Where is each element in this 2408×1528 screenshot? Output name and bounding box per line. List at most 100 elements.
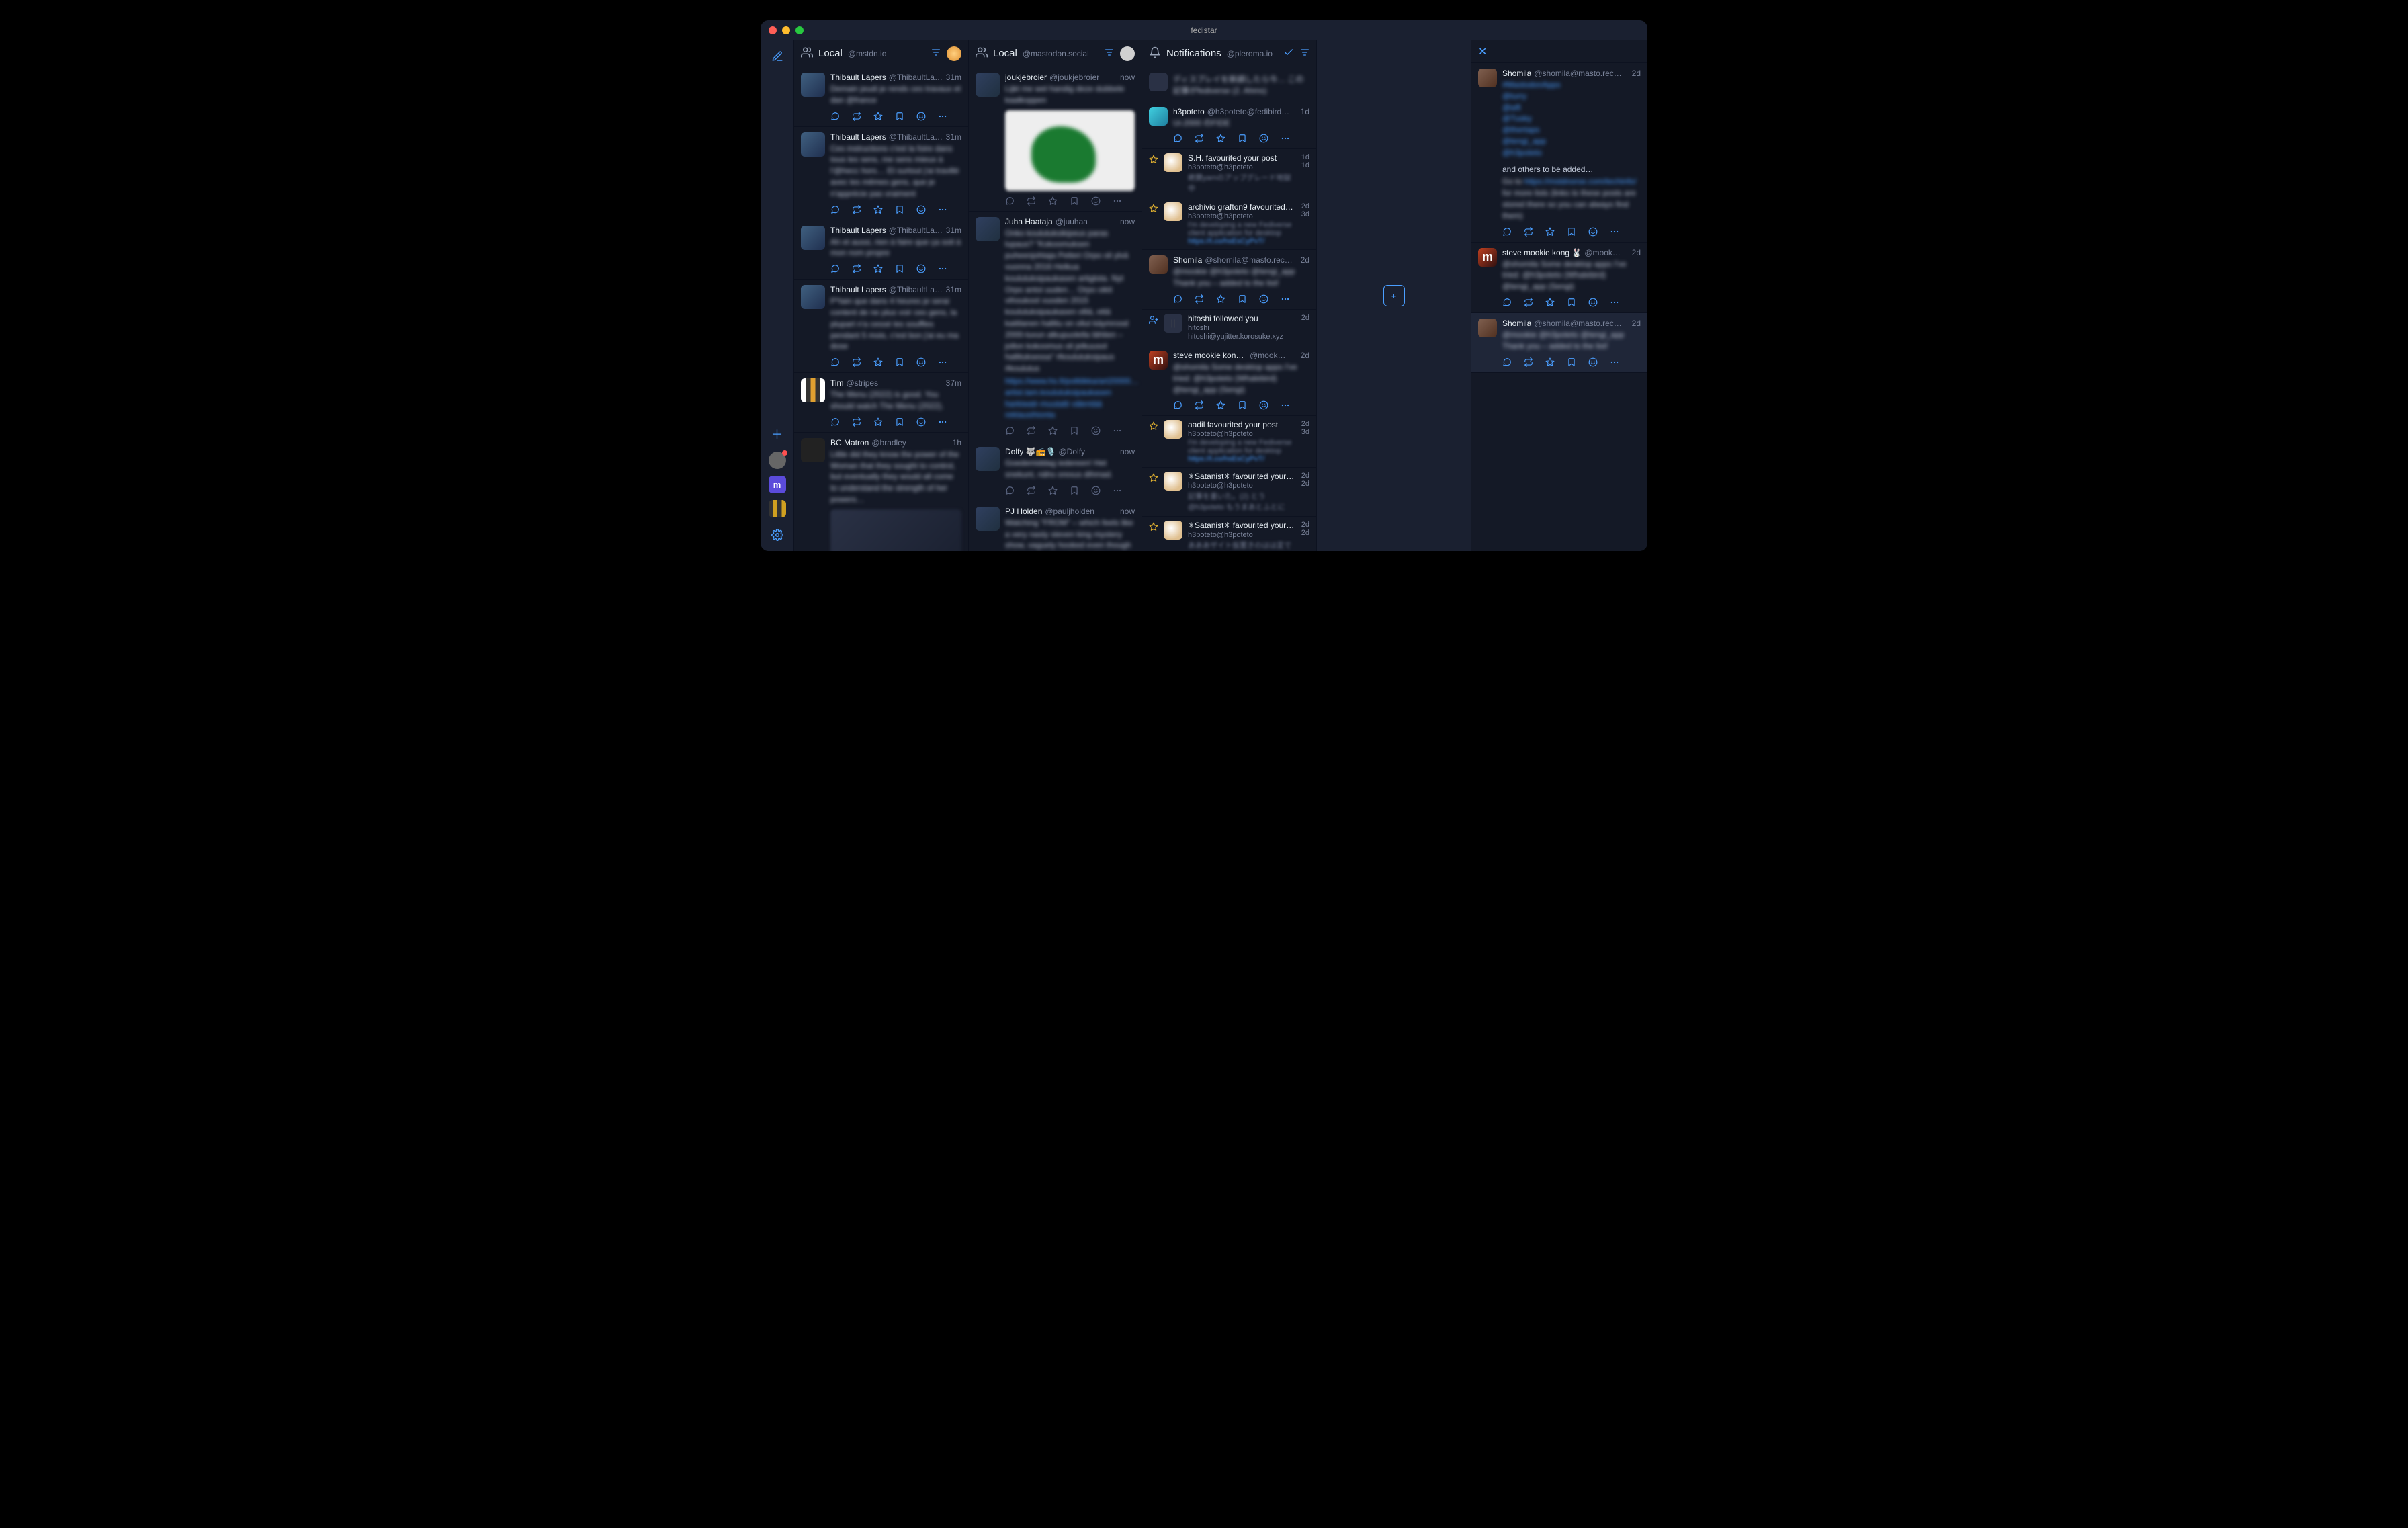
favourite-icon[interactable] xyxy=(1545,357,1555,367)
reply-icon[interactable] xyxy=(830,205,840,214)
add-account-button[interactable]: ＋ xyxy=(767,423,788,445)
post[interactable]: Thibault Lapers @ThibaultLap… 31m Ces in… xyxy=(794,127,968,220)
emoji-icon[interactable] xyxy=(1091,486,1101,495)
reply-icon[interactable] xyxy=(830,417,840,427)
media-attachment[interactable] xyxy=(830,509,961,551)
avatar[interactable] xyxy=(976,447,1000,471)
reply-icon[interactable] xyxy=(830,357,840,367)
avatar[interactable] xyxy=(801,226,825,250)
more-icon[interactable] xyxy=(1281,294,1290,304)
avatar[interactable]: m xyxy=(1149,351,1168,370)
media-attachment[interactable] xyxy=(1005,110,1135,191)
emoji-icon[interactable] xyxy=(1259,294,1268,304)
favourite-icon[interactable] xyxy=(1545,298,1555,307)
more-icon[interactable] xyxy=(1113,426,1122,435)
more-icon[interactable] xyxy=(1610,227,1619,237)
bookmark-icon[interactable] xyxy=(1567,357,1576,367)
bookmark-icon[interactable] xyxy=(1238,134,1247,143)
notification-favourite[interactable]: S.H. favourited your post h3poteto@h3pot… xyxy=(1142,149,1316,198)
avatar[interactable] xyxy=(1478,69,1497,87)
emoji-icon[interactable] xyxy=(1588,298,1598,307)
bookmark-icon[interactable] xyxy=(895,357,904,367)
more-icon[interactable] xyxy=(938,264,947,273)
boost-icon[interactable] xyxy=(852,264,861,273)
favourite-icon[interactable] xyxy=(873,112,883,121)
emoji-icon[interactable] xyxy=(916,264,926,273)
bookmark-icon[interactable] xyxy=(1070,196,1079,206)
avatar[interactable] xyxy=(1164,472,1182,491)
avatar[interactable]: || xyxy=(1164,314,1182,333)
post[interactable]: Tim @stripes 37m The Menu (2022) is good… xyxy=(794,373,968,433)
avatar[interactable]: m xyxy=(1478,248,1497,267)
emoji-icon[interactable] xyxy=(1259,400,1268,410)
avatar[interactable] xyxy=(801,438,825,462)
notification-post[interactable]: Shomila@shomila@masto.rec…2d @mookie @h3… xyxy=(1142,250,1316,310)
settings-button[interactable] xyxy=(767,524,788,546)
favourite-icon[interactable] xyxy=(873,205,883,214)
favourite-icon[interactable] xyxy=(1216,400,1226,410)
detail-post[interactable]: Shomila @shomila@masto.rec… 2d @mookie @… xyxy=(1471,313,1647,373)
post[interactable]: joukjebroier @joukjebroier now Lijkt me … xyxy=(969,67,1142,212)
bookmark-icon[interactable] xyxy=(1070,426,1079,435)
emoji-icon[interactable] xyxy=(916,357,926,367)
avatar[interactable] xyxy=(1164,202,1182,221)
favourite-icon[interactable] xyxy=(1216,294,1226,304)
compose-button[interactable] xyxy=(767,46,788,67)
reply-icon[interactable] xyxy=(1005,426,1015,435)
notification-post[interactable]: ディスプレイを新調したら今… この記事がfediverse (2. Ahms) xyxy=(1142,67,1316,101)
more-icon[interactable] xyxy=(938,112,947,121)
boost-icon[interactable] xyxy=(852,205,861,214)
avatar[interactable] xyxy=(1164,153,1182,172)
reply-icon[interactable] xyxy=(1173,400,1182,410)
avatar[interactable] xyxy=(801,378,825,402)
post[interactable]: Dolfy 🐺📻🎙️ @Dolfy now Goedemiddag iedere… xyxy=(969,441,1142,501)
account-avatar-2[interactable]: m xyxy=(769,476,786,493)
favourite-icon[interactable] xyxy=(873,417,883,427)
emoji-icon[interactable] xyxy=(1091,196,1101,206)
detail-post[interactable]: Shomila @shomila@masto.rec… 2d #Mastodon… xyxy=(1471,63,1647,243)
reply-icon[interactable] xyxy=(1173,294,1182,304)
bookmark-icon[interactable] xyxy=(895,264,904,273)
more-icon[interactable] xyxy=(1281,134,1290,143)
boost-icon[interactable] xyxy=(852,357,861,367)
reply-icon[interactable] xyxy=(1502,298,1512,307)
reply-icon[interactable] xyxy=(830,112,840,121)
more-icon[interactable] xyxy=(938,417,947,427)
post[interactable]: Thibault Lapers @ThibaultLap… 31m Ah et … xyxy=(794,220,968,280)
bookmark-icon[interactable] xyxy=(1238,294,1247,304)
filter-icon[interactable] xyxy=(1299,47,1310,60)
close-icon[interactable]: ✕ xyxy=(1478,45,1487,58)
favourite-icon[interactable] xyxy=(1048,486,1058,495)
more-icon[interactable] xyxy=(1610,298,1619,307)
emoji-icon[interactable] xyxy=(1588,357,1598,367)
post-links[interactable]: https://www.hs.fi/politiikka/art20000…ar… xyxy=(1005,376,1135,421)
notification-favourite[interactable]: ✳Satanist✳ favourited your … h3poteto@h3… xyxy=(1142,517,1316,551)
emoji-icon[interactable] xyxy=(916,417,926,427)
post[interactable]: Thibault Lapers @ThibaultLap… 31m P*tain… xyxy=(794,280,968,373)
more-icon[interactable] xyxy=(938,357,947,367)
column-account-avatar[interactable] xyxy=(947,46,961,61)
boost-icon[interactable] xyxy=(1195,294,1204,304)
post[interactable]: Juha Haataja @juuhaa now Onko koulutuksi… xyxy=(969,212,1142,442)
avatar[interactable] xyxy=(976,507,1000,531)
more-icon[interactable] xyxy=(1113,196,1122,206)
emoji-icon[interactable] xyxy=(916,205,926,214)
check-icon[interactable] xyxy=(1283,47,1294,60)
reply-icon[interactable] xyxy=(830,264,840,273)
avatar[interactable] xyxy=(801,132,825,157)
boost-icon[interactable] xyxy=(1524,357,1533,367)
favourite-icon[interactable] xyxy=(1048,196,1058,206)
favourite-icon[interactable] xyxy=(873,357,883,367)
account-avatar-3[interactable] xyxy=(769,500,786,517)
bookmark-icon[interactable] xyxy=(895,417,904,427)
boost-icon[interactable] xyxy=(1027,426,1036,435)
notification-follow[interactable]: || hitoshi followed you hitoshi hitoshi@… xyxy=(1142,310,1316,345)
favourite-icon[interactable] xyxy=(1216,134,1226,143)
reply-icon[interactable] xyxy=(1005,486,1015,495)
post[interactable]: BC Matron @bradley 1h Little did they kn… xyxy=(794,433,968,551)
bookmark-icon[interactable] xyxy=(1070,486,1079,495)
notification-favourite[interactable]: aadil favourited your post h3poteto@h3po… xyxy=(1142,416,1316,468)
boost-icon[interactable] xyxy=(1195,400,1204,410)
avatar[interactable] xyxy=(1478,319,1497,337)
boost-icon[interactable] xyxy=(1524,298,1533,307)
